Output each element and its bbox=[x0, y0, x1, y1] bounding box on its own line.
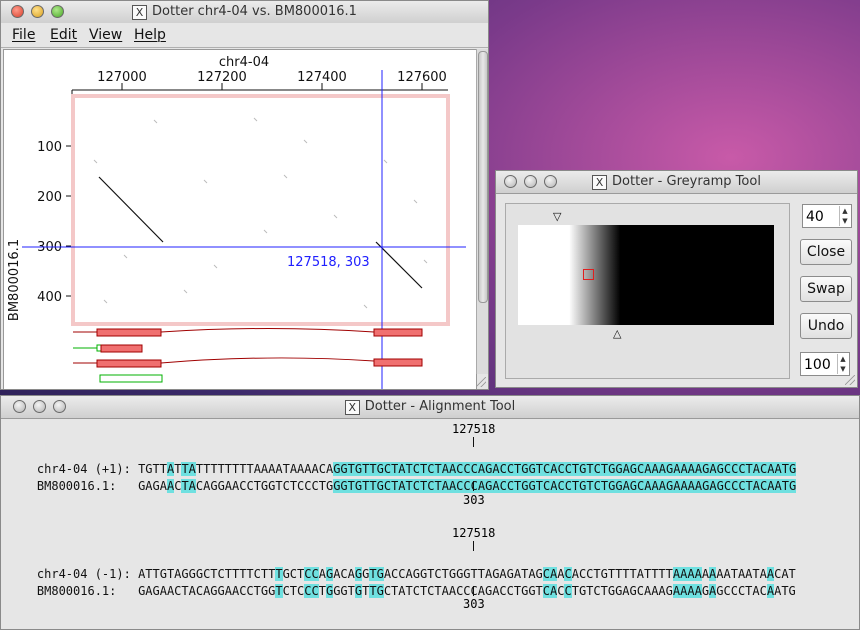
scrollbar-thumb[interactable] bbox=[478, 51, 488, 303]
feature-track bbox=[73, 344, 143, 353]
menu-file[interactable]: File bbox=[12, 27, 35, 43]
x-axis-label: chr4-04 bbox=[219, 55, 269, 70]
reverse-query-row: BM800016.1: GAGAACTACAGGAACCTGGTCTCCCTGG… bbox=[8, 570, 796, 612]
x-tick-marks bbox=[121, 83, 423, 90]
sequence-label: BM800016.1: bbox=[36, 479, 139, 493]
vertical-scrollbar[interactable] bbox=[476, 49, 488, 374]
swap-button[interactable]: Swap bbox=[800, 276, 852, 302]
greyramp-window: X Dotter - Greyramp Tool ▽ △ 40 ▲ ▼ Close … bbox=[495, 170, 858, 388]
coordinate-tick bbox=[473, 437, 474, 447]
dotter-window-title: Dotter chr4-04 vs. BM800016.1 bbox=[152, 4, 357, 19]
spinner-up-icon[interactable]: ▲ bbox=[838, 354, 848, 364]
menu-view[interactable]: View bbox=[89, 27, 122, 43]
x11-logo-icon: X bbox=[592, 175, 608, 190]
greyramp-titlebar[interactable]: X Dotter - Greyramp Tool bbox=[496, 171, 857, 194]
spinner-up-icon[interactable]: ▲ bbox=[840, 206, 850, 216]
reverse-top-coordinate: 127518 bbox=[452, 526, 496, 540]
reverse-bottom-coordinate: 303 bbox=[463, 597, 485, 611]
y-tick-label: 400 bbox=[37, 290, 62, 305]
dotter-main-window: X Dotter chr4-04 vs. BM800016.1 File Edit… bbox=[0, 0, 489, 390]
forward-query-row: BM800016.1: GAGAACTACAGGAACCTGGTCTCCCTGG… bbox=[8, 465, 797, 507]
greyramp-gradient[interactable] bbox=[518, 225, 774, 325]
menu-help[interactable]: Help bbox=[134, 27, 166, 43]
dotplot-frame bbox=[71, 94, 450, 326]
bottom-value-spinner[interactable]: 100 ▲ ▼ bbox=[800, 352, 850, 376]
resize-grip[interactable] bbox=[845, 375, 855, 385]
top-value: 40 bbox=[806, 209, 824, 225]
feature-track bbox=[73, 328, 423, 337]
coordinate-tick bbox=[473, 541, 474, 551]
greyramp-panel: ▽ △ bbox=[505, 203, 790, 379]
forward-top-coordinate: 127518 bbox=[452, 422, 496, 436]
greyramp-window-title: Dotter - Greyramp Tool bbox=[612, 174, 761, 189]
dotter-titlebar[interactable]: X Dotter chr4-04 vs. BM800016.1 bbox=[1, 1, 488, 24]
alignment-window: X Dotter - Alignment Tool 127518 chr4-04 … bbox=[0, 395, 860, 630]
x11-logo-icon: X bbox=[344, 400, 360, 415]
undo-button[interactable]: Undo bbox=[800, 313, 852, 339]
alignment-titlebar[interactable]: X Dotter - Alignment Tool bbox=[1, 396, 859, 419]
top-threshold-marker-icon[interactable]: ▽ bbox=[553, 210, 561, 223]
alignment-window-title: Dotter - Alignment Tool bbox=[364, 399, 516, 414]
forward-query-sequence[interactable]: GAGAACTACAGGAACCTGGTCTCCCTGGGTGTTGCTATCT… bbox=[138, 479, 797, 493]
greyramp-cursor-box bbox=[583, 269, 594, 280]
y-tick-label: 100 bbox=[37, 140, 62, 155]
spinner-down-icon[interactable]: ▼ bbox=[838, 364, 848, 374]
menu-edit[interactable]: Edit bbox=[50, 27, 77, 43]
bottom-threshold-marker-icon[interactable]: △ bbox=[613, 327, 621, 340]
menubar: File Edit View Help bbox=[1, 23, 488, 48]
x-tick-label: 127200 bbox=[197, 70, 247, 85]
top-value-spinner[interactable]: 40 ▲ ▼ bbox=[802, 204, 852, 228]
green-feature-box bbox=[99, 374, 163, 383]
forward-bottom-coordinate: 303 bbox=[463, 493, 485, 507]
x-tick-label: 127600 bbox=[397, 70, 447, 85]
coordinate-tick bbox=[473, 481, 474, 491]
bottom-value: 100 bbox=[804, 357, 831, 373]
feature-track bbox=[73, 357, 423, 368]
dotplot-area[interactable]: chr4-04 127000 127200 127400 127600 100 … bbox=[3, 49, 477, 390]
y-axis-label: BM800016.1 bbox=[7, 239, 22, 321]
x11-logo-icon: X bbox=[132, 5, 148, 20]
coordinate-tick bbox=[473, 586, 474, 596]
resize-grip[interactable] bbox=[476, 377, 486, 387]
x-tick-label: 127400 bbox=[297, 70, 347, 85]
sequence-label: BM800016.1: bbox=[36, 584, 139, 598]
spinner-down-icon[interactable]: ▼ bbox=[840, 216, 850, 226]
close-button[interactable]: Close bbox=[800, 239, 852, 265]
y-tick-label: 200 bbox=[37, 190, 62, 205]
reverse-query-sequence[interactable]: GAGAACTACAGGAACCTGGTCTCCCTGGGTGTTGCTATCT… bbox=[138, 584, 796, 598]
crosshair-coordinates: 127518, 303 bbox=[287, 255, 370, 270]
x-tick-label: 127000 bbox=[97, 70, 147, 85]
